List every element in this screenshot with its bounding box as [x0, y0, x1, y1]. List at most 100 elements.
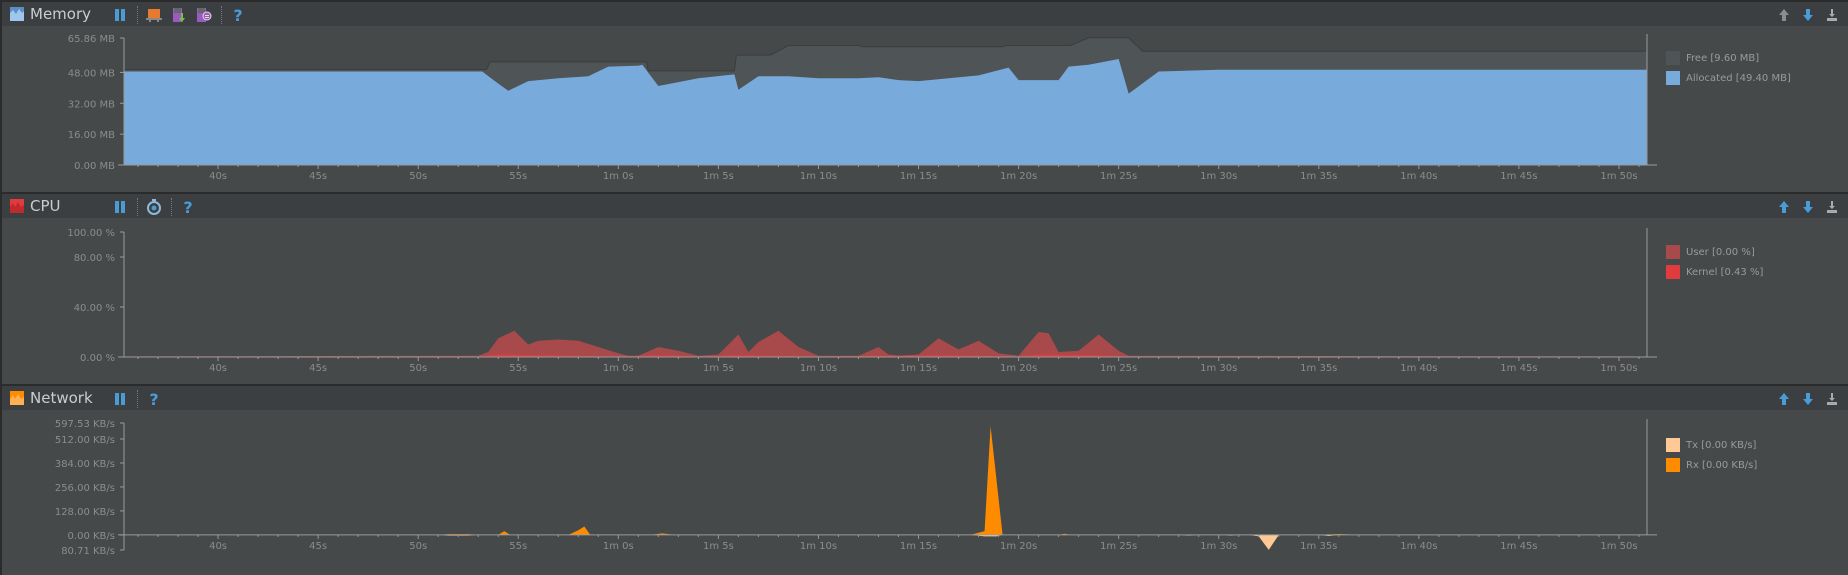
toolbar-separator [137, 6, 138, 24]
move-up-button[interactable] [1774, 198, 1794, 216]
cpu-x-tick-label: 50s [409, 363, 427, 374]
network-legend: Tx [0.00 KB/s] Rx [0.00 KB/s] [1666, 435, 1757, 475]
help-button[interactable]: ? [144, 390, 164, 409]
cpu-x-tick-label: 55s [509, 363, 527, 374]
memory-panel: Memory ? 0.00 MB 16.00 MB 32.00 MB 48.00 MB… [0, 0, 1848, 194]
toolbar-separator [137, 198, 138, 216]
legend-item-allocated: Allocated [49.40 MB] [1666, 68, 1791, 88]
network-x-tick-label: 1m 30s [1200, 541, 1237, 552]
network-header: Network ? [2, 384, 1848, 412]
legend-item-tx: Tx [0.00 KB/s] [1666, 435, 1757, 455]
network-x-tick-label: 45s [309, 541, 327, 552]
cpu-x-tick-label: 1m 30s [1200, 363, 1237, 374]
heap-dump-button[interactable] [144, 6, 164, 24]
move-down-icon [1803, 201, 1813, 213]
memory-x-tick-label: 40s [209, 171, 227, 182]
cpu-x-tick-label: 1m 50s [1600, 363, 1637, 374]
minimize-icon [1827, 9, 1837, 21]
memory-x-tick-label: 1m 30s [1200, 171, 1237, 182]
gc-button[interactable] [194, 6, 214, 24]
pause-icon [115, 393, 125, 405]
memory-x-tick-label: 1m 0s [603, 171, 634, 182]
help-button[interactable]: ? [228, 6, 248, 25]
memory-y-tick-label: 32.00 MB [68, 99, 115, 110]
memory-legend: Free [9.60 MB] Allocated [49.40 MB] [1666, 48, 1791, 88]
cpu-x-tick-label: 45s [309, 363, 327, 374]
move-up-button[interactable] [1774, 390, 1794, 408]
network-x-tick-label: 1m 40s [1400, 541, 1437, 552]
cpu-y-tick-label: 100.00 % [67, 228, 115, 239]
pause-button[interactable] [110, 6, 130, 24]
pause-button[interactable] [110, 390, 130, 408]
network-x-tick-label: 1m 5s [703, 541, 734, 552]
help-button[interactable]: ? [178, 198, 198, 217]
toolbar-separator [171, 198, 172, 216]
memory-chart-icon [10, 7, 24, 21]
cpu-x-tick-label: 1m 25s [1100, 363, 1137, 374]
memory-title: Memory [30, 5, 92, 23]
gc-icon [197, 8, 212, 22]
network-y-tick-label: 80.71 KB/s [61, 546, 115, 557]
network-y-tick-label: 512.00 KB/s [55, 435, 115, 446]
method-trace-button[interactable] [144, 198, 164, 216]
cpu-x-tick-label: 1m 0s [603, 363, 634, 374]
network-x-tick-label: 40s [209, 541, 227, 552]
legend-swatch-allocated [1666, 71, 1680, 85]
cpu-header: CPU ? [2, 192, 1848, 220]
network-y-tick-label: 128.00 KB/s [55, 507, 115, 518]
memory-x-tick-label: 45s [309, 171, 327, 182]
memory-chart: 0.00 MB 16.00 MB 32.00 MB 48.00 MB 65.86 MB 4… [68, 34, 1657, 182]
legend-label-user: User [0.00 %] [1686, 246, 1755, 258]
network-x-tick-label: 1m 0s [603, 541, 634, 552]
cpu-x-tick-label: 1m 10s [800, 363, 837, 374]
minimize-button[interactable] [1822, 198, 1842, 216]
allocation-tracker-button[interactable] [169, 6, 189, 24]
cpu-x-tick-label: 1m 15s [900, 363, 937, 374]
toolbar-separator [221, 6, 222, 24]
network-series-rx [124, 426, 1647, 535]
pause-button[interactable] [110, 198, 130, 216]
cpu-y-tick-label: 80.00 % [74, 253, 115, 264]
network-x-tick-label: 1m 25s [1100, 541, 1137, 552]
memory-x-tick-label: 1m 35s [1300, 171, 1337, 182]
legend-item-user: User [0.00 %] [1666, 242, 1763, 262]
cpu-chart: 0.00 % 40.00 % 80.00 % 100.00 % 40s 45s 50s 55s… [67, 228, 1657, 374]
memory-y-tick-label: 0.00 MB [74, 161, 115, 172]
allocation-tracker-icon [173, 8, 185, 22]
move-down-button[interactable] [1798, 198, 1818, 216]
move-up-button[interactable] [1774, 6, 1794, 24]
network-y-tick-label: 597.53 KB/s [55, 419, 115, 430]
pause-icon [115, 9, 125, 21]
minimize-icon [1827, 393, 1837, 405]
network-x-tick-label: 1m 20s [1000, 541, 1037, 552]
cpu-x-tick-label: 1m 45s [1500, 363, 1537, 374]
method-trace-icon [147, 199, 161, 215]
memory-y-tick-label: 48.00 MB [68, 68, 115, 79]
cpu-panel: CPU ? 0.00 % 40.00 % 80.00 % 100.00 % 40s 45s… [0, 192, 1848, 386]
network-y-tick-label: 256.00 KB/s [55, 483, 115, 494]
network-x-tick-label: 1m 35s [1300, 541, 1337, 552]
network-title: Network [30, 389, 93, 407]
network-y-tick-label: 384.00 KB/s [55, 459, 115, 470]
cpu-legend: User [0.00 %] Kernel [0.43 %] [1666, 242, 1763, 282]
move-down-button[interactable] [1798, 6, 1818, 24]
cpu-chart-icon [10, 199, 24, 213]
memory-x-tick-label: 1m 40s [1400, 171, 1437, 182]
memory-x-tick-label: 50s [409, 171, 427, 182]
move-down-button[interactable] [1798, 390, 1818, 408]
legend-swatch-rx [1666, 458, 1680, 472]
cpu-x-tick-label: 40s [209, 363, 227, 374]
minimize-button[interactable] [1822, 6, 1842, 24]
memory-y-tick-label: 65.86 MB [68, 34, 115, 45]
minimize-button[interactable] [1822, 390, 1842, 408]
toolbar-separator [137, 390, 138, 408]
move-up-icon [1779, 9, 1789, 21]
memory-x-tick-label: 1m 25s [1100, 171, 1137, 182]
cpu-x-tick-label: 1m 20s [1000, 363, 1037, 374]
legend-item-kernel: Kernel [0.43 %] [1666, 262, 1763, 282]
legend-item-free: Free [9.60 MB] [1666, 48, 1791, 68]
memory-x-tick-label: 1m 20s [1000, 171, 1037, 182]
network-chart-icon [10, 391, 24, 405]
network-x-tick-label: 1m 50s [1600, 541, 1637, 552]
network-x-tick-label: 1m 15s [900, 541, 937, 552]
